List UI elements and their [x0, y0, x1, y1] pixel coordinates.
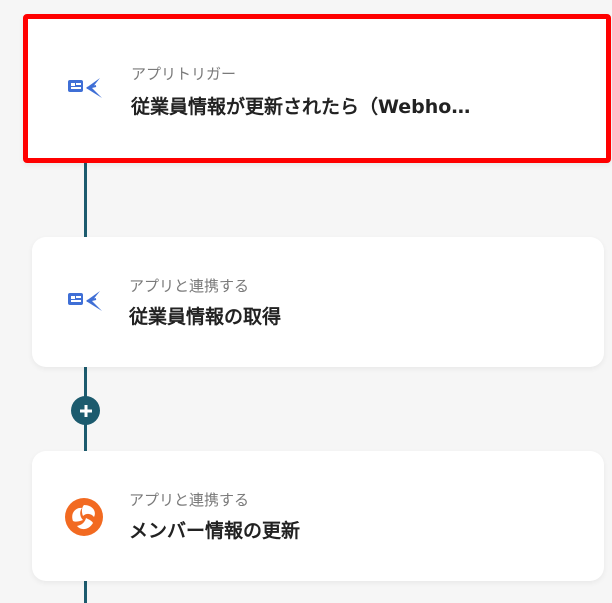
flow-step-update-member[interactable]: アプリと連携する メンバー情報の更新 — [32, 451, 604, 581]
hr-app-icon — [64, 67, 108, 111]
hr-app-icon — [64, 280, 108, 324]
step-title: 従業員情報の取得 — [129, 306, 282, 328]
flow-step-trigger[interactable]: アプリトリガー 従業員情報が更新されたら（Webho… — [23, 14, 611, 163]
step-type-label: アプリと連携する — [129, 491, 250, 509]
add-step-button[interactable] — [71, 396, 100, 425]
step-type-label: アプリトリガー — [131, 65, 237, 83]
step-title: メンバー情報の更新 — [129, 520, 301, 542]
step-type-label: アプリと連携する — [129, 277, 250, 295]
orange-swirl-icon — [62, 495, 106, 539]
plus-icon — [79, 404, 92, 417]
flow-step-get-employee[interactable]: アプリと連携する 従業員情報の取得 — [32, 237, 604, 367]
step-title: 従業員情報が更新されたら（Webho… — [131, 96, 471, 118]
flow-connector — [84, 158, 87, 238]
flow-connector — [84, 580, 87, 603]
